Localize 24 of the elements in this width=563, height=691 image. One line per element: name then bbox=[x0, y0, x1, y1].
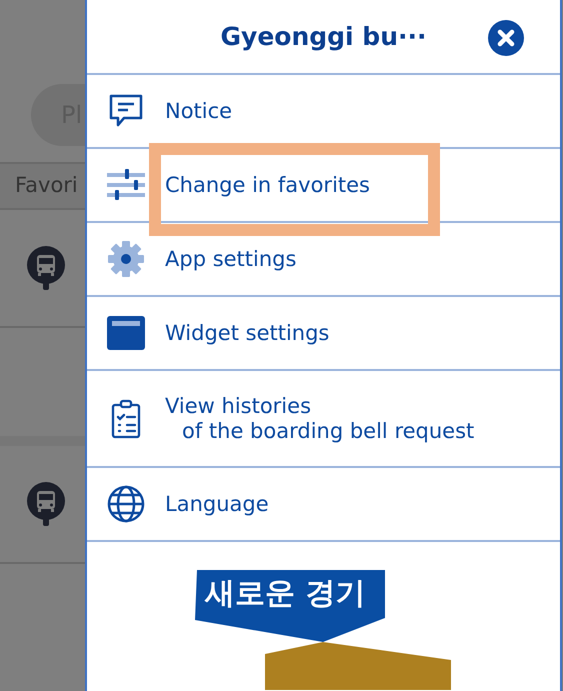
checklist-icon bbox=[110, 398, 142, 438]
menu-label: of the boarding bell request bbox=[181, 418, 474, 444]
menu-label: App settings bbox=[165, 246, 296, 272]
menu-label: Widget settings bbox=[165, 320, 330, 346]
drawer-title: Gyeonggi bu··· bbox=[220, 20, 426, 53]
window-icon bbox=[107, 316, 145, 350]
slogan-logo: 새로운 경기 bbox=[195, 570, 453, 690]
menu-label: Notice bbox=[165, 98, 232, 124]
menu-item[interactable]: View histories of the boarding bell request bbox=[87, 371, 560, 468]
menu-item[interactable]: App settings bbox=[87, 223, 560, 297]
menu-item[interactable]: Widget settings bbox=[87, 297, 560, 371]
menu-label: Language bbox=[165, 492, 269, 516]
bus-stop-icon bbox=[26, 245, 66, 291]
menu-item[interactable]: Language bbox=[87, 468, 560, 542]
close-button[interactable] bbox=[488, 20, 524, 56]
close-icon bbox=[497, 29, 515, 47]
menu-label: View histories bbox=[165, 394, 312, 418]
gear-icon bbox=[107, 240, 145, 278]
menu-item[interactable]: Change in favorites bbox=[87, 149, 560, 223]
menu-label: Change in favorites bbox=[165, 172, 370, 198]
globe-icon bbox=[107, 485, 145, 523]
menu-item[interactable]: Notice bbox=[87, 75, 560, 149]
sliders-icon bbox=[107, 169, 145, 201]
bus-stop-icon bbox=[26, 481, 66, 527]
